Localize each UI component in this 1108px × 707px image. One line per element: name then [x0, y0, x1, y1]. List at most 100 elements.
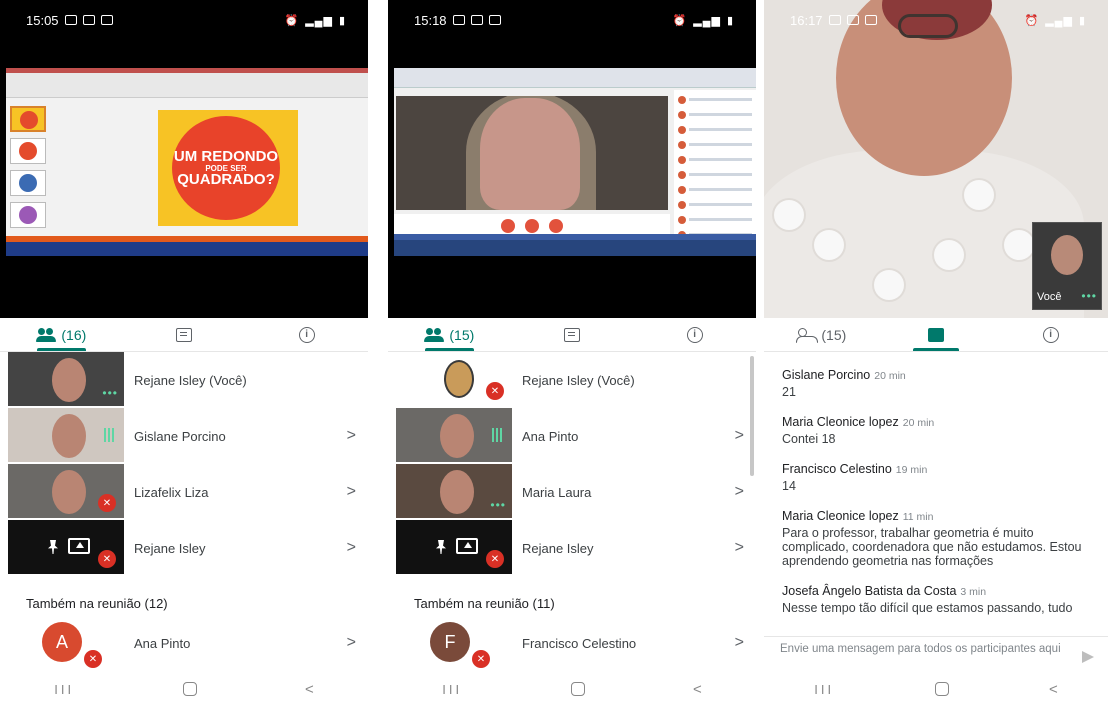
slide-title-line1: UM REDONDO [173, 147, 279, 165]
tab-info[interactable]: i [633, 318, 756, 351]
chevron-right-icon[interactable]: > [347, 483, 356, 501]
tab-people[interactable]: (15) [388, 318, 511, 351]
chevron-right-icon[interactable]: > [735, 539, 744, 557]
send-icon[interactable] [1082, 651, 1094, 663]
chevron-right-icon[interactable]: > [347, 634, 356, 652]
chat-icon [928, 327, 944, 342]
chevron-right-icon[interactable]: > [347, 427, 356, 445]
home-button[interactable] [182, 682, 197, 696]
status-time: 16:17 [790, 12, 823, 28]
back-button[interactable]: < [693, 681, 702, 698]
message-input[interactable]: Envie uma mensagem para todos os partici… [764, 636, 1108, 676]
signal-icon: ▂▄▆ [305, 14, 333, 27]
tab-chat[interactable] [511, 318, 634, 351]
participant-row[interactable]: F ✕ Francisco Celestino > [388, 616, 756, 672]
settings-icon [864, 15, 877, 25]
alarm-icon: ⏰ [1024, 14, 1040, 27]
participant-list: ••• Rejane Isley (Você) Gislane Porcino … [0, 352, 368, 576]
participant-name: Francisco Celestino [522, 636, 637, 651]
chat-icon [564, 327, 580, 342]
participant-video: ✕ [396, 352, 512, 406]
home-button[interactable] [570, 682, 585, 696]
self-label: Você [1037, 291, 1062, 303]
mic-off-icon: ✕ [472, 650, 490, 668]
people-count: (15) [821, 326, 847, 343]
pin-icon[interactable] [436, 540, 446, 554]
tab-info[interactable]: i [993, 318, 1108, 351]
participant-video: ••• [396, 464, 512, 518]
meeting-tabs: (15) i [388, 318, 756, 352]
avatar-initial: F [444, 631, 456, 652]
message-text: Nesse tempo tão difícil que estamos pass… [782, 601, 1073, 615]
whatsapp-icon [452, 15, 465, 25]
participant-row[interactable]: ••• Rejane Isley (Você) [0, 352, 368, 408]
recent-apps-button[interactable]: III [442, 682, 462, 697]
mic-off-icon: ✕ [98, 550, 116, 568]
android-nav-bar: III < [764, 671, 1108, 707]
phone-screen-3: 16:17 ⏰ ▂▄▆ ▮ Você ••• (15) i Gislane Po… [764, 0, 1108, 707]
android-nav-bar: III < [0, 671, 368, 707]
message-author: Maria Cleonice lopez [782, 415, 899, 429]
participant-row[interactable]: ✕ Rejane Isley > [388, 520, 756, 576]
participant-video: ✕ [8, 464, 124, 518]
message-time: 3 min [960, 586, 987, 598]
participant-row[interactable]: ••• Maria Laura > [388, 464, 756, 520]
recent-apps-button[interactable]: III [814, 682, 834, 697]
presentation-view: 15:18 ⏰ ▂▄▆ ▮ [388, 0, 756, 318]
tab-chat[interactable] [879, 318, 994, 351]
avatar [444, 360, 474, 398]
participant-row[interactable]: ✕ Rejane Isley > [0, 520, 368, 576]
browser-tabs [394, 68, 756, 88]
tab-chat[interactable] [123, 318, 246, 351]
tab-info[interactable]: i [245, 318, 368, 351]
mic-off-icon: ✕ [486, 550, 504, 568]
participant-row[interactable]: Gislane Porcino > [0, 408, 368, 464]
mic-icon [501, 219, 515, 233]
current-slide: UM REDONDO PODE SER QUADRADO? [158, 110, 298, 226]
pin-icon[interactable] [48, 540, 58, 554]
participant-video [396, 408, 512, 462]
hangup-icon [525, 219, 539, 233]
people-icon [796, 327, 819, 343]
system-icons: ⏰ ▂▄▆ ▮ [1025, 14, 1086, 27]
participant-face [440, 470, 474, 514]
shared-screen-powerpoint: UM REDONDO PODE SER QUADRADO? [6, 68, 368, 256]
people-icon [36, 327, 57, 342]
chat-icon [176, 327, 192, 342]
chevron-right-icon[interactable]: > [347, 539, 356, 557]
also-in-meeting-heading: Também na reunião (12) [26, 596, 168, 611]
recent-apps-button[interactable]: III [54, 682, 74, 697]
participant-name: Rejane Isley [522, 540, 594, 556]
more-options-icon[interactable]: ••• [1081, 289, 1097, 303]
participant-row[interactable]: A ✕ Ana Pinto > [0, 616, 368, 672]
self-view[interactable]: Você ••• [1032, 222, 1102, 310]
camera-icon [549, 219, 563, 233]
mic-off-icon: ✕ [84, 650, 102, 668]
whatsapp-icon [828, 15, 841, 25]
participant-face [52, 414, 86, 458]
more-options-icon[interactable]: ••• [102, 386, 118, 400]
also-in-meeting-heading: Também na reunião (11) [414, 596, 555, 611]
participant-row[interactable]: Ana Pinto > [388, 408, 756, 464]
system-icons: ⏰ ▂▄▆ ▮ [285, 14, 346, 27]
chevron-right-icon[interactable]: > [735, 427, 744, 445]
participant-row[interactable]: ✕ Rejane Isley (Você) [388, 352, 756, 408]
chevron-right-icon[interactable]: > [735, 634, 744, 652]
message-text: 21 [782, 385, 796, 399]
shared-screen-meet [394, 68, 756, 256]
tab-people[interactable]: (15) [764, 318, 879, 351]
back-button[interactable]: < [305, 681, 314, 698]
chevron-right-icon[interactable]: > [735, 483, 744, 501]
slide-title-line3: QUADRADO? [177, 170, 275, 188]
notification-icon [82, 15, 95, 25]
participant-video: ✕ [8, 520, 124, 574]
participant-row[interactable]: ✕ Lizafelix Liza > [0, 464, 368, 520]
chat-messages: Gislane Porcino 20 min 21 Maria Cleonice … [764, 352, 1108, 634]
system-icons: ⏰ ▂▄▆ ▮ [673, 14, 734, 27]
chat-message: Josefa Ângelo Batista da Costa 3 min Ness… [782, 584, 1090, 615]
tab-people[interactable]: (16) [0, 318, 123, 351]
home-button[interactable] [934, 682, 949, 696]
more-options-icon[interactable]: ••• [490, 498, 506, 512]
people-icon [424, 327, 445, 342]
back-button[interactable]: < [1049, 681, 1058, 698]
